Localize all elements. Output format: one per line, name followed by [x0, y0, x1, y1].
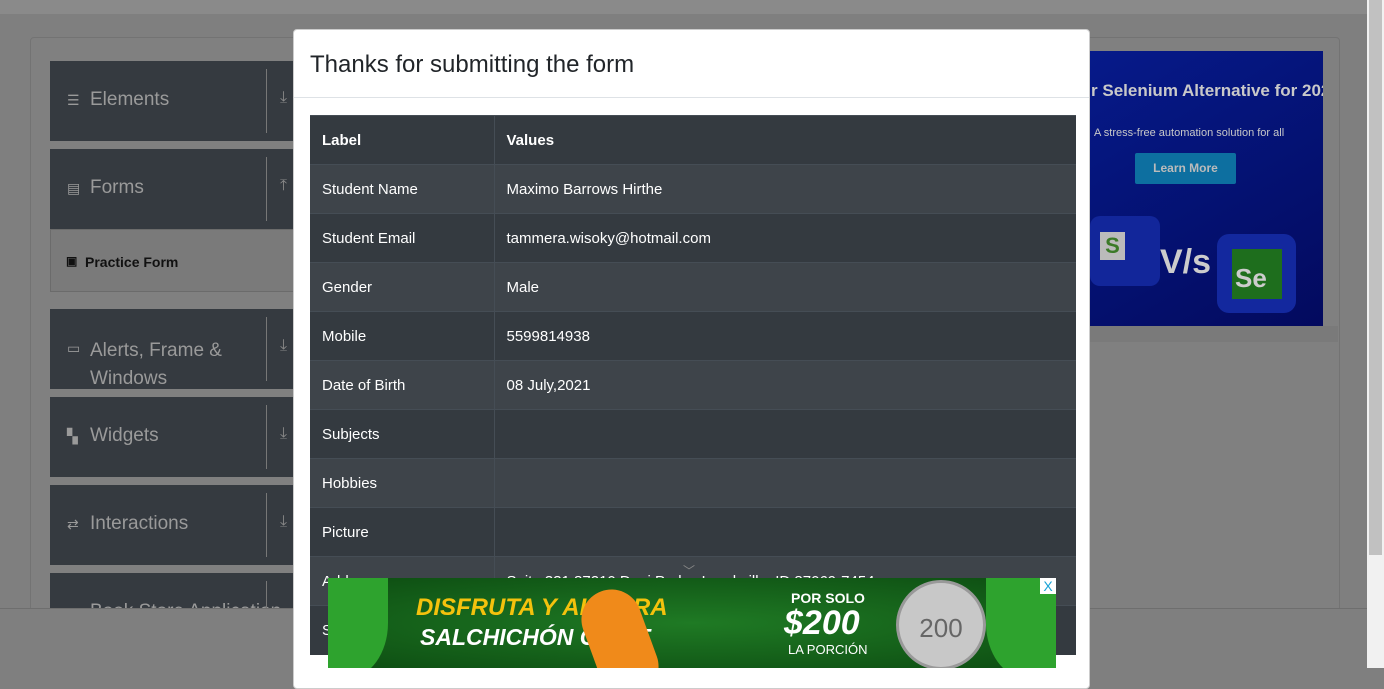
widgets-icon: ▚	[67, 428, 78, 444]
download-icon: ⤓	[280, 425, 288, 442]
divider	[266, 493, 267, 557]
interactions-icon: ⇄	[67, 516, 79, 532]
row-value: 5599814938	[494, 311, 1076, 361]
header-banner	[0, 0, 1367, 14]
row-value	[494, 458, 1076, 508]
html-icon: ▣	[66, 254, 78, 268]
ad-close-button[interactable]: X	[1040, 578, 1056, 594]
download-icon: ⤓	[280, 89, 288, 106]
row-value: 08 July,2021	[494, 360, 1076, 410]
scrollbar[interactable]	[1367, 0, 1384, 668]
row-label: Subjects	[310, 409, 495, 459]
scrollbar-thumb[interactable]	[1369, 0, 1382, 555]
row-value	[494, 507, 1076, 557]
sidebar-item-alerts[interactable]: ▭ Alerts, Frame & Windows ⤓	[50, 309, 300, 389]
chevron-down-icon[interactable]: ﹀	[683, 562, 695, 579]
divider	[266, 317, 267, 381]
download-icon: ⤓	[280, 337, 288, 354]
ad-subtitle: A stress-free automation solution for al…	[1094, 127, 1285, 139]
ad-title: Your Selenium Alternative for 2021	[1090, 81, 1323, 100]
ad-price-post: LA PORCIÓN	[788, 642, 868, 657]
header-label: Label	[310, 115, 495, 165]
document-icon: ▤	[67, 180, 81, 196]
header-values: Values	[494, 115, 1076, 165]
table-row: Picture	[310, 507, 1076, 557]
learn-more-button[interactable]: Learn More	[1135, 153, 1236, 184]
row-label: Mobile	[310, 311, 495, 361]
s-logo-text: S	[1100, 232, 1125, 260]
sidebar-item-elements[interactable]: ☰ Elements ⤓	[50, 61, 300, 141]
sidebar-item-interactions[interactable]: ⇄ Interactions ⤓	[50, 485, 300, 565]
row-value: Male	[494, 262, 1076, 312]
download-icon: ⤓	[280, 513, 288, 530]
row-value: Maximo Barrows Hirthe	[494, 164, 1076, 214]
row-label: Student Email	[310, 213, 495, 263]
s-logo-icon: S	[1090, 216, 1160, 286]
table-row: Hobbies	[310, 458, 1076, 508]
table-row: Subjects	[310, 409, 1076, 459]
table-row: Date of Birth 08 July,2021	[310, 360, 1076, 410]
row-label: Picture	[310, 507, 495, 557]
sidebar-item-widgets[interactable]: ▚ Widgets ⤓	[50, 397, 300, 477]
selenium-ad[interactable]: Your Selenium Alternative for 2021 A str…	[1090, 51, 1323, 326]
divider	[266, 69, 267, 133]
ad-shadow	[1090, 326, 1338, 342]
se-logo-text: Se	[1232, 249, 1282, 299]
cunit-ad[interactable]: DISFRUTA Y AHORRA SALCHICHÓN CUNIT POR S…	[328, 578, 1056, 668]
divider	[266, 157, 267, 221]
window-icon: ▭	[67, 340, 81, 356]
selenium-logo-icon: Se	[1217, 234, 1296, 313]
table-row: Mobile 5599814938	[310, 311, 1076, 361]
divider	[266, 405, 267, 469]
row-label: Date of Birth	[310, 360, 495, 410]
table-row: Student Email tammera.wisoky@hotmail.com	[310, 213, 1076, 263]
table-row: Student Name Maximo Barrows Hirthe	[310, 164, 1076, 214]
row-value: tammera.wisoky@hotmail.com	[494, 213, 1076, 263]
vs-text: V/s	[1160, 243, 1212, 281]
sidebar-subitem-practice-form[interactable]: ▣ Practice Form	[50, 229, 300, 292]
row-label: Hobbies	[310, 458, 495, 508]
row-label: Student Name	[310, 164, 495, 214]
ad-price: $200	[784, 604, 860, 642]
sidebar-item-forms[interactable]: ▤ Forms ⤒	[50, 149, 300, 229]
row-label: Gender	[310, 262, 495, 312]
row-value	[494, 409, 1076, 459]
leaf-image	[328, 578, 388, 668]
upload-icon: ⤒	[280, 177, 288, 194]
menu-icon: ☰	[67, 92, 80, 108]
coin-image: 200	[896, 580, 986, 668]
table-row: Gender Male	[310, 262, 1076, 312]
modal-title: Thanks for submitting the form	[294, 30, 1089, 98]
